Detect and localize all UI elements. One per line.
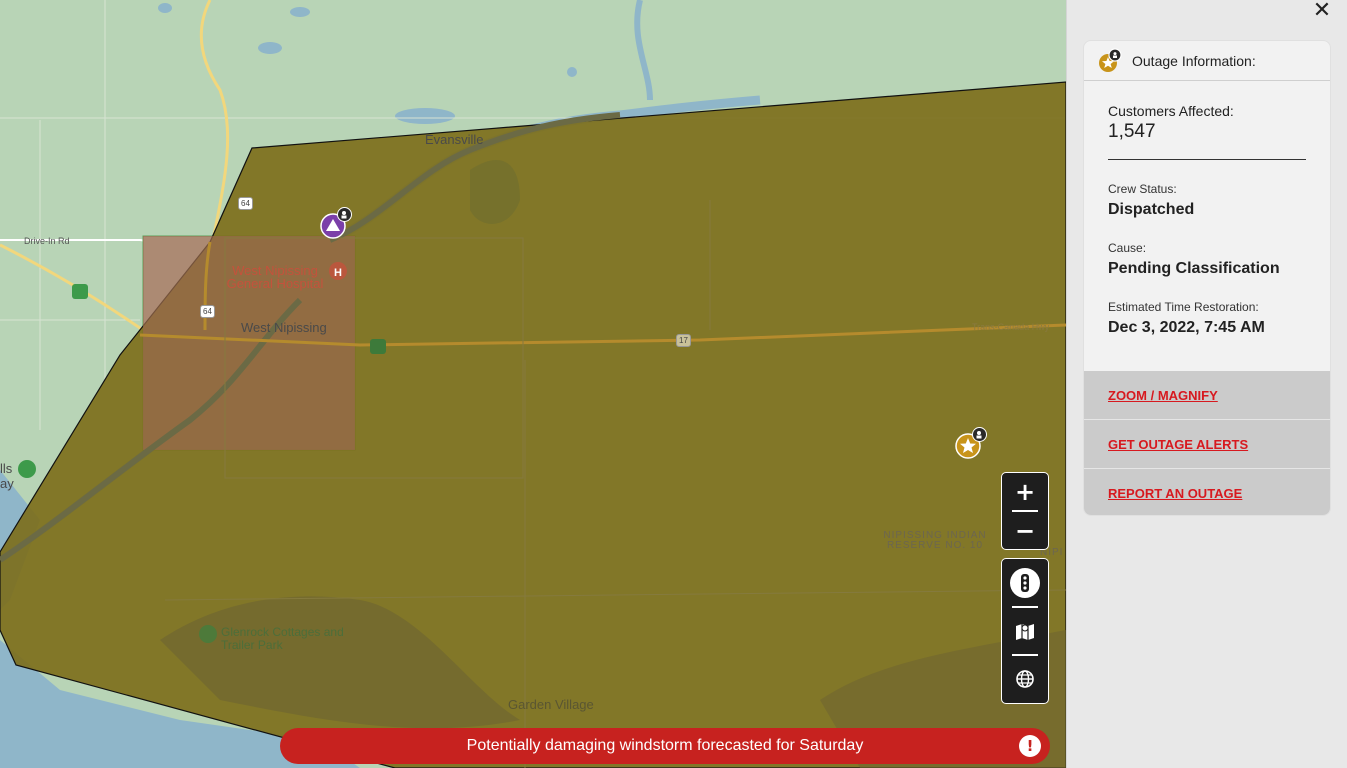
person-icon <box>972 427 987 442</box>
outage-star-marker[interactable] <box>955 427 987 459</box>
traffic-layer-button[interactable] <box>1002 563 1048 603</box>
reserve-label: NIPISSING INDIAN RESERVE NO. 10 <box>883 530 987 551</box>
bay-partial-label: ay <box>0 476 14 491</box>
customers-affected-value: 1,547 <box>1108 121 1156 142</box>
crew-marker[interactable] <box>320 207 352 239</box>
outage-info-card: Outage Information: Customers Affected: … <box>1083 40 1331 516</box>
svg-text:H: H <box>334 267 342 279</box>
report-outage-action: REPORT AN OUTAGE <box>1084 469 1330 515</box>
highway-64-shield: 64 <box>200 305 215 318</box>
falls-partial-label: lls <box>0 461 13 476</box>
divider <box>1012 606 1038 608</box>
drive-in-rd-label: Drive-In Rd <box>24 236 70 246</box>
minus-icon: − <box>1014 516 1036 545</box>
etr-field: Estimated Time Restoration: Dec 3, 2022,… <box>1108 300 1306 337</box>
globe-icon <box>1016 670 1034 688</box>
divider <box>1108 159 1306 160</box>
zoom-out-button[interactable]: − <box>1002 512 1048 549</box>
crew-status-field: Crew Status: Dispatched <box>1108 182 1306 219</box>
person-icon <box>337 207 352 222</box>
customers-affected-label: Customers Affected: <box>1108 103 1234 119</box>
highway-17-shield: 17 <box>676 334 691 347</box>
panel-actions: ZOOM / MAGNIFY GET OUTAGE ALERTS REPORT … <box>1084 371 1330 515</box>
outage-side-panel: ✕ Outage Information: Customers Affected… <box>1066 0 1347 768</box>
traffic-light-icon <box>1010 568 1040 598</box>
hospital-label: West Nipissing General Hospital <box>226 263 324 291</box>
get-outage-alerts-link[interactable]: GET OUTAGE ALERTS <box>1108 437 1248 452</box>
satellite-layer-button[interactable] <box>1002 659 1048 699</box>
outage-star-icon <box>1099 47 1122 72</box>
zoom-magnify-action: ZOOM / MAGNIFY <box>1084 371 1330 420</box>
layer-controls <box>1001 558 1049 704</box>
west-nipissing-label: West Nipissing <box>241 320 327 335</box>
card-body: Customers Affected: 1,547 Crew Status: D… <box>1084 81 1330 337</box>
alert-icon[interactable]: ! <box>1019 735 1041 757</box>
zoom-in-button[interactable]: + <box>1002 473 1048 510</box>
plus-icon: + <box>1014 477 1036 506</box>
map-layer-button[interactable] <box>1002 611 1048 651</box>
zoom-controls: + − <box>1001 472 1049 550</box>
panel-title: Outage Information: <box>1132 52 1256 69</box>
zoom-magnify-link[interactable]: ZOOM / MAGNIFY <box>1108 388 1218 403</box>
report-outage-link[interactable]: REPORT AN OUTAGE <box>1108 486 1242 501</box>
highway-64-shield: 64 <box>238 197 253 210</box>
etr-label: Estimated Time Restoration: <box>1108 300 1259 314</box>
cause-field: Cause: Pending Classification <box>1108 241 1306 278</box>
cause-value: Pending Classification <box>1108 260 1280 277</box>
crew-status-label: Crew Status: <box>1108 182 1177 196</box>
divider <box>1012 654 1038 656</box>
map-icon <box>1016 624 1034 640</box>
etr-value: Dec 3, 2022, 7:45 AM <box>1108 319 1265 336</box>
alert-banner-text: Potentially damaging windstorm forecaste… <box>466 737 864 754</box>
alert-banner[interactable]: Potentially damaging windstorm forecaste… <box>280 728 1050 764</box>
card-header: Outage Information: <box>1084 41 1330 81</box>
trans-canada-label: Trans-Canada Hwy <box>972 322 1050 332</box>
evansville-label: Evansville <box>425 132 484 147</box>
outage-alerts-action: GET OUTAGE ALERTS <box>1084 420 1330 469</box>
crew-status-value: Dispatched <box>1108 201 1195 218</box>
garden-village-label: Garden Village <box>508 697 594 712</box>
cause-label: Cause: <box>1108 241 1147 255</box>
glenrock-label: Glenrock Cottages and Trailer Park <box>221 625 344 652</box>
close-icon[interactable]: ✕ <box>1311 0 1333 22</box>
